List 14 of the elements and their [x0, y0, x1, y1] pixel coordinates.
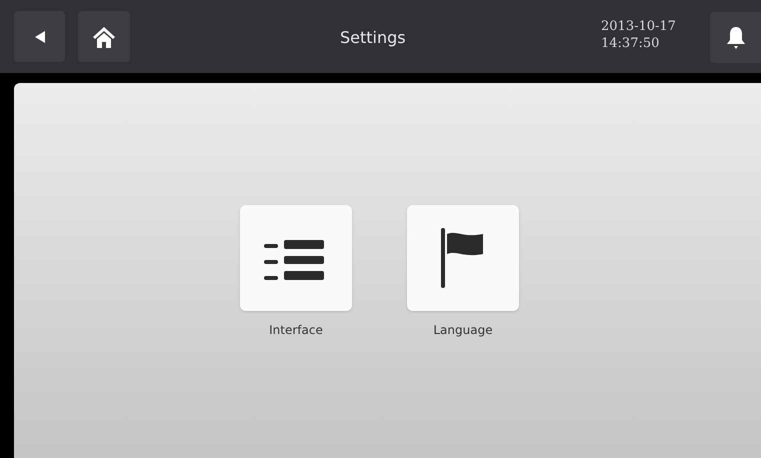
settings-tile[interactable]: [407, 205, 519, 311]
page-title: Settings: [340, 27, 406, 49]
settings-tile[interactable]: [240, 205, 352, 311]
tile-label: Interface: [269, 322, 323, 339]
home-button[interactable]: [78, 11, 130, 62]
back-icon: [34, 30, 44, 42]
date-text: 2013-10-17: [601, 18, 676, 35]
home-icon: [93, 26, 115, 48]
flag-icon: [441, 228, 485, 288]
bell-icon: [726, 26, 744, 48]
back-button[interactable]: [14, 11, 65, 62]
time-text: 14:37:50: [601, 35, 660, 52]
notification-button[interactable]: [710, 12, 761, 63]
tile-label: Language: [433, 322, 493, 339]
